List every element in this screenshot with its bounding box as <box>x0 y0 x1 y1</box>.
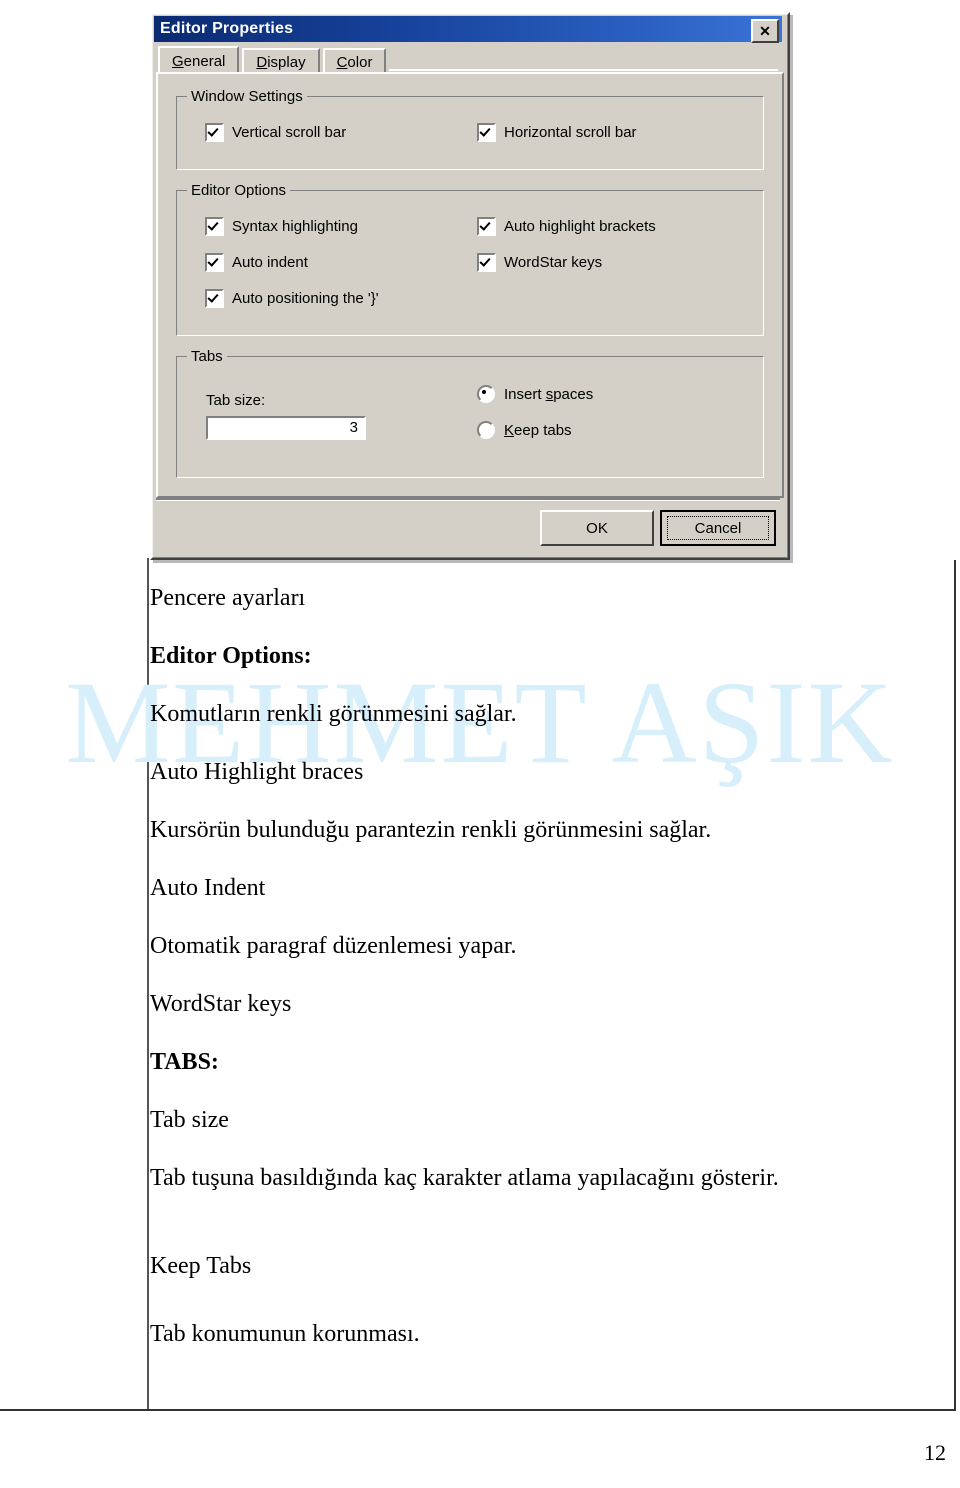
radio-keep-tabs[interactable]: Keep tabs <box>477 421 572 439</box>
group-window-settings-title: Window Settings <box>187 88 307 105</box>
tab-general[interactable]: General <box>158 46 240 74</box>
tab-display-accel: D <box>256 53 268 71</box>
doc-line: Otomatik paragraf düzenlemesi yapar. <box>150 933 517 959</box>
checkbox-vertical-scroll-bar[interactable]: Vertical scroll bar <box>205 123 346 142</box>
close-icon[interactable]: ✕ <box>751 19 779 43</box>
group-editor-options: Editor Options Syntax highlighting Auto … <box>176 182 764 336</box>
doc-line: Auto Indent <box>150 875 266 901</box>
tab-display[interactable]: Display <box>242 48 320 74</box>
radio-dot-icon <box>477 385 495 403</box>
checkbox-syntax-highlighting-label: Syntax highlighting <box>232 218 358 235</box>
checkmark-icon <box>205 289 224 308</box>
tab-size-input[interactable]: 3 <box>206 416 366 440</box>
doc-line: TABS: <box>150 1049 219 1075</box>
checkbox-auto-indent[interactable]: Auto indent <box>205 253 308 272</box>
doc-line: Pencere ayarları <box>150 585 306 611</box>
checkbox-wordstar-keys-label: WordStar keys <box>504 254 603 271</box>
checkmark-icon <box>205 253 224 272</box>
checkmark-icon <box>205 123 224 142</box>
checkbox-wordstar-keys[interactable]: WordStar keys <box>477 253 602 272</box>
dialog-button-separator <box>156 498 780 501</box>
radio-insert-spaces-label: Insert spaces <box>504 385 594 403</box>
radio-dot-icon <box>477 421 495 439</box>
radio-insert-spaces[interactable]: Insert spaces <box>477 385 593 403</box>
group-tabs-title: Tabs <box>187 348 227 365</box>
dialog-titlebar: Editor Properties ✕ <box>154 16 782 43</box>
doc-line: Editor Options: <box>150 643 312 669</box>
checkmark-icon <box>477 123 496 142</box>
checkbox-auto-highlight-brackets-label: Auto highlight brackets <box>504 218 656 235</box>
checkbox-horizontal-scroll-bar[interactable]: Horizontal scroll bar <box>477 123 637 142</box>
doc-line: Auto Highlight braces <box>150 759 364 785</box>
doc-line: Tab tuşuna basıldığında kaç karakter atl… <box>150 1165 779 1191</box>
document-body: Pencere ayarları Editor Options: Komutla… <box>150 586 910 1380</box>
editor-properties-dialog: Editor Properties ✕ General Display Colo… <box>150 12 790 560</box>
group-window-settings: Window Settings Vertical scroll bar Hori… <box>176 88 764 170</box>
tab-display-label: isplay <box>267 53 306 71</box>
checkbox-auto-indent-label: Auto indent <box>232 254 308 271</box>
checkbox-auto-positioning-brace-label: Auto positioning the '}' <box>232 290 379 307</box>
doc-line: WordStar keys <box>150 991 292 1017</box>
group-editor-options-title: Editor Options <box>187 182 291 199</box>
checkbox-vertical-scroll-bar-label: Vertical scroll bar <box>232 124 347 141</box>
doc-line: Komutların renkli görünmesini sağlar. <box>150 701 517 727</box>
checkbox-syntax-highlighting[interactable]: Syntax highlighting <box>205 217 358 236</box>
dialog-title: Editor Properties <box>160 20 294 37</box>
checkbox-horizontal-scroll-bar-label: Horizontal scroll bar <box>504 124 637 141</box>
tab-general-label: eneral <box>183 52 226 70</box>
doc-line: Tab konumunun korunması. <box>150 1321 420 1347</box>
page-number: 12 <box>924 1440 946 1465</box>
checkmark-icon <box>205 217 224 236</box>
checkbox-auto-positioning-brace[interactable]: Auto positioning the '}' <box>205 289 379 308</box>
doc-line: Tab size <box>150 1107 229 1133</box>
radio-keep-tabs-label: Keep tabs <box>504 421 572 439</box>
cancel-button-label: Cancel <box>667 516 769 540</box>
tab-general-accel: G <box>172 52 184 70</box>
cancel-button[interactable]: Cancel <box>660 510 776 546</box>
doc-line: Keep Tabs <box>150 1253 252 1279</box>
tab-panel-general: Window Settings Vertical scroll bar Hori… <box>156 72 784 498</box>
tab-color-accel: C <box>336 53 348 71</box>
checkbox-auto-highlight-brackets[interactable]: Auto highlight brackets <box>477 217 656 236</box>
tab-color[interactable]: Color <box>322 48 387 74</box>
dialog-tabstrip: General Display Color <box>158 46 778 74</box>
ok-button[interactable]: OK <box>540 510 654 546</box>
doc-line: Kursörün bulunduğu parantezin renkli gör… <box>150 817 712 843</box>
tab-size-label: Tab size: <box>206 392 266 409</box>
tab-color-label: olor <box>347 53 373 71</box>
page-bottom-rule <box>0 1409 956 1411</box>
checkmark-icon <box>477 253 496 272</box>
checkmark-icon <box>477 217 496 236</box>
